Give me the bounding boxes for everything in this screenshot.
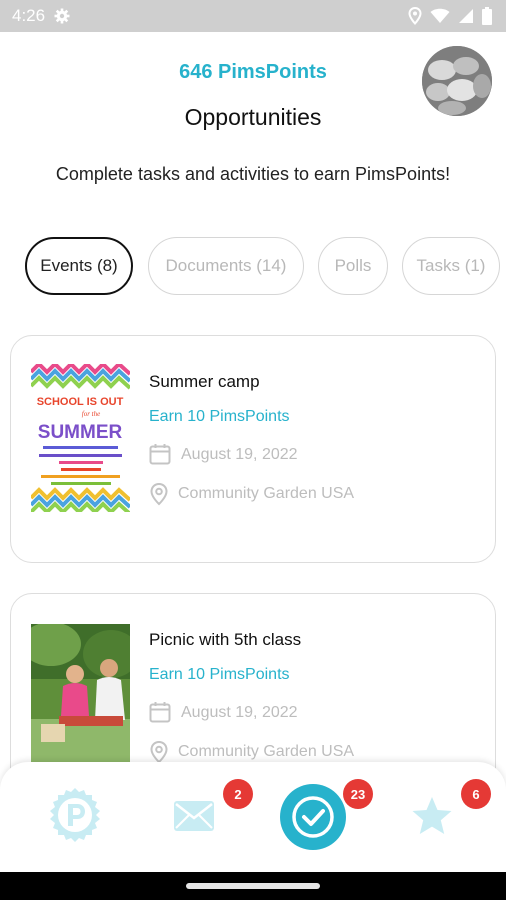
status-bar: 4:26 [0,0,506,32]
mail-icon[interactable] [173,800,215,832]
system-navigation-bar [0,872,506,900]
location-pin-icon [150,740,168,764]
status-time: 4:26 [12,6,46,25]
calendar-icon [149,444,171,465]
opportunities-check-icon[interactable] [280,784,346,850]
tab-tasks[interactable]: Tasks (1) [402,237,500,295]
event-date: August 19, 2022 [181,704,298,721]
calendar-icon [149,702,171,723]
event-card[interactable]: SCHOOL IS OUT for the SUMMER Summer camp… [10,335,496,563]
event-title: Summer camp [149,372,260,391]
star-icon[interactable] [411,796,453,836]
bottom-navigation: 2 23 6 [0,762,506,872]
tab-documents[interactable]: Documents (14) [148,237,304,295]
battery-status-icon [482,7,492,25]
event-date: August 19, 2022 [181,446,298,463]
event-location: Community Garden USA [178,743,355,760]
wifi-status-icon [430,8,450,23]
event-flyer-image: SCHOOL IS OUT for the SUMMER [31,364,130,512]
opportunities-badge: 23 [343,779,373,809]
messages-badge: 2 [223,779,253,809]
location-pin-icon [150,482,168,506]
flyer-line-1: SCHOOL IS OUT [37,396,124,408]
pims-home-icon[interactable] [46,786,104,844]
status-icons [408,6,492,26]
signal-status-icon [459,9,473,23]
flyer-line-3: SUMMER [38,422,123,443]
event-title: Picnic with 5th class [149,630,302,649]
settings-gear-icon [54,8,70,24]
home-gesture-handle[interactable] [186,883,320,889]
page-subtitle: Complete tasks and activities to earn Pi… [55,164,451,184]
location-status-icon [408,7,422,25]
tab-polls[interactable]: Polls [318,237,388,295]
opportunity-tabs: Events (8) Documents (14) Polls Tasks (1… [0,237,506,295]
event-photo-image [31,624,130,764]
event-earn-points: Earn 10 PimsPoints [149,408,290,425]
event-earn-points: Earn 10 PimsPoints [149,666,290,683]
tab-events[interactable]: Events (8) [25,237,133,295]
flyer-line-2: for the [82,410,100,418]
event-location: Community Garden USA [178,485,355,502]
favorites-badge: 6 [461,779,491,809]
page-title: Opportunities [184,104,322,130]
